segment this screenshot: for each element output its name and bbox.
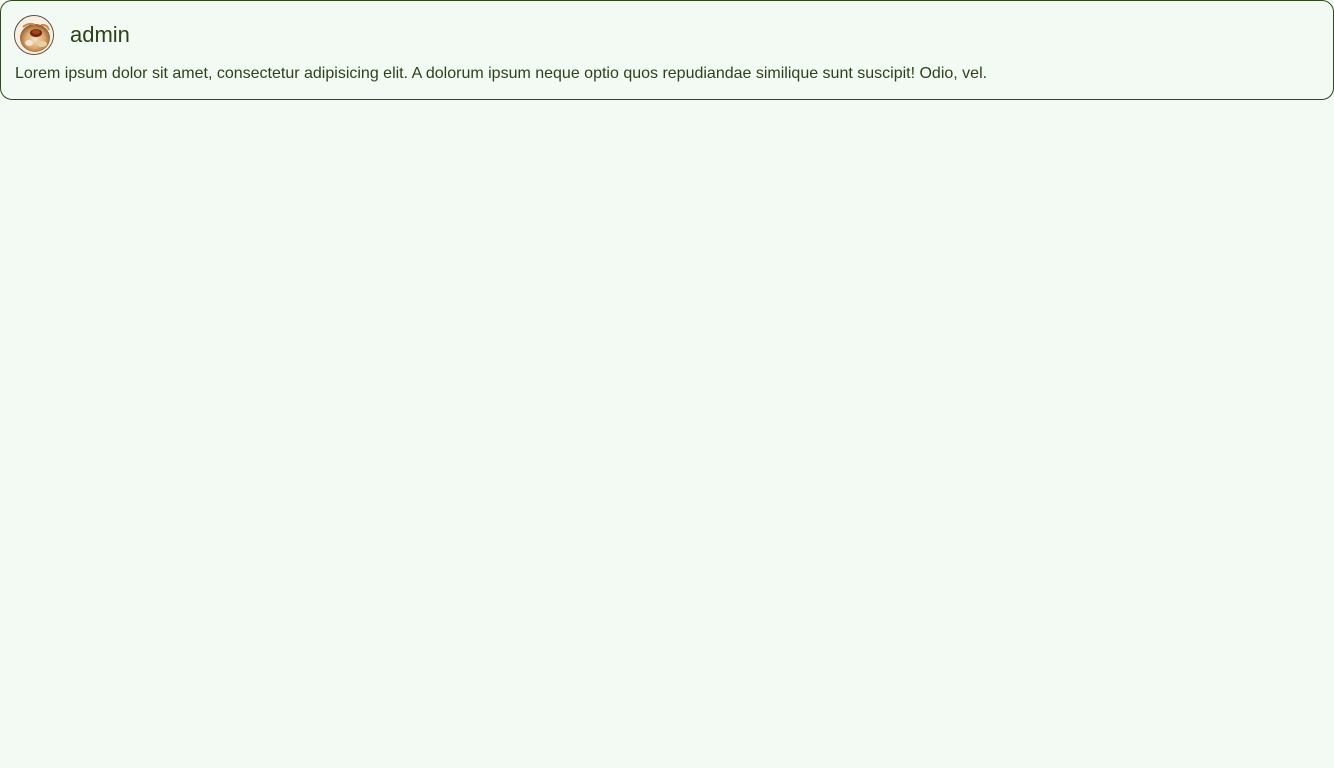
post-header: admin [14,14,130,55]
author-name[interactable]: admin [70,23,130,46]
post-card: admin Lorem ipsum dolor sit amet, consec… [0,0,1334,100]
post-body-text: Lorem ipsum dolor sit amet, consectetur … [15,65,988,82]
avatar[interactable] [14,14,54,55]
avatar-image-icon [15,15,53,54]
